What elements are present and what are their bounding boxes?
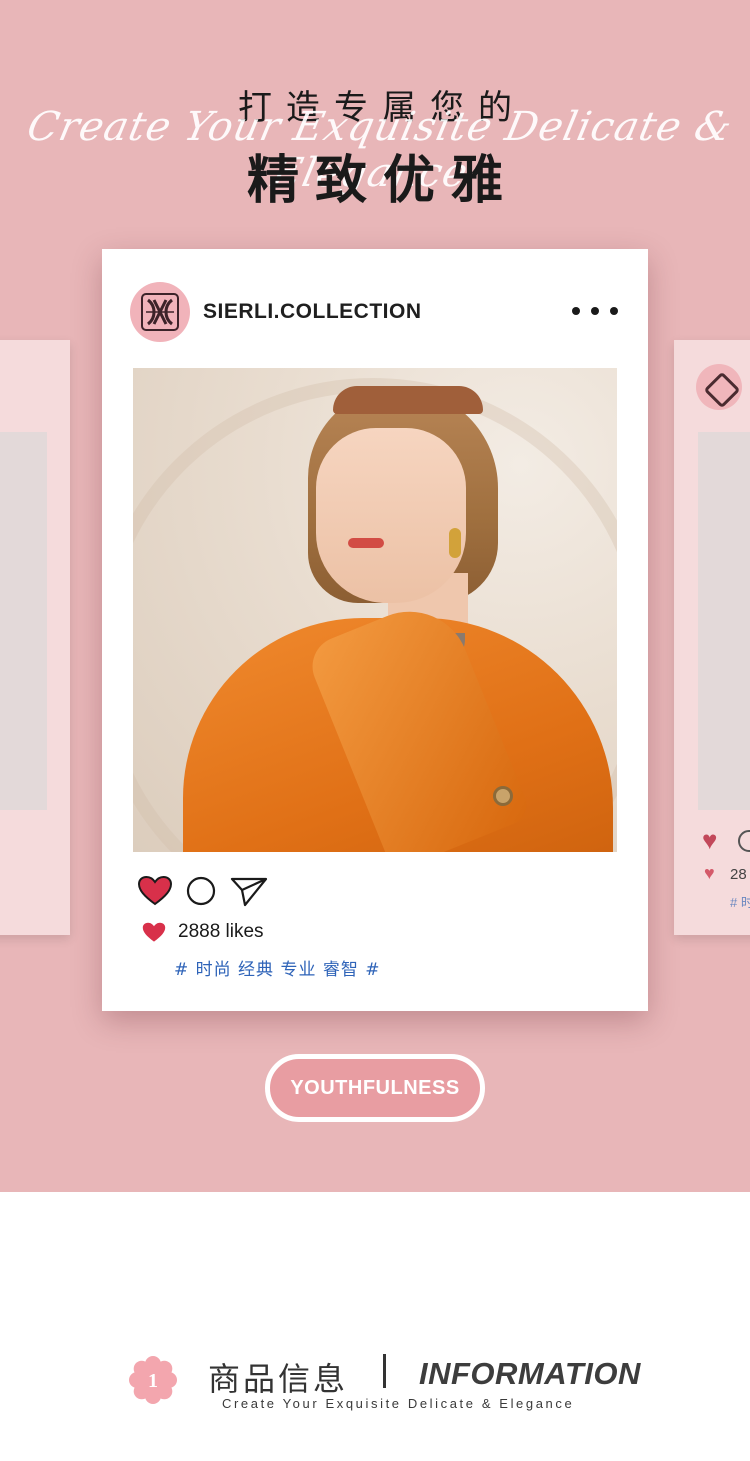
photo-face	[316, 428, 466, 603]
badge-label: YOUTHFULNESS	[290, 1076, 460, 1099]
headline-title: 精致优雅	[246, 151, 519, 211]
photo-earring	[449, 528, 461, 558]
photo-lips	[348, 538, 384, 548]
more-dot	[610, 307, 618, 315]
ghost-card-image-placeholder	[698, 432, 750, 810]
info-subtitle: Create Your Exquisite Delicate & Eleganc…	[222, 1396, 575, 1411]
brand-logo-icon	[141, 293, 179, 331]
ghost-likes-text: 28	[730, 866, 747, 883]
likes-count[interactable]: 2888 likes	[178, 921, 264, 943]
comment-icon	[738, 830, 750, 852]
post-card: SIERLI.COLLECTION 2888 likes # 时尚 经典 专业 …	[102, 249, 648, 1011]
photo-coat-button	[493, 786, 513, 806]
info-number: 1	[148, 1370, 158, 1392]
heart-icon: ♥	[702, 825, 718, 855]
likes-row: 2888 likes	[142, 921, 264, 943]
heart-icon: ♥	[704, 863, 715, 883]
ghost-card-image-placeholder	[0, 432, 47, 810]
avatar[interactable]	[130, 282, 190, 342]
ghost-card-left	[0, 340, 70, 935]
info-divider	[383, 1354, 386, 1388]
ghost-avatar	[696, 364, 742, 410]
youthfulness-badge[interactable]: YOUTHFULNESS	[265, 1054, 485, 1122]
photo-headband	[333, 386, 483, 414]
heart-icon	[142, 922, 166, 942]
more-dot	[591, 307, 599, 315]
more-dot	[572, 307, 580, 315]
post-tags[interactable]: # 时尚 经典 专业 睿智 #	[174, 955, 381, 980]
post-username[interactable]: SIERLI.COLLECTION	[203, 300, 422, 324]
flower-badge-icon: 1	[129, 1356, 177, 1404]
post-actions	[138, 875, 281, 907]
send-icon[interactable]	[230, 875, 268, 907]
post-photo[interactable]	[133, 368, 617, 852]
heart-icon[interactable]	[138, 876, 172, 906]
hero-section: 打造专属您的 Create Your Exquisite Delicate & …	[0, 0, 750, 1192]
info-title-en: INFORMATION	[419, 1356, 641, 1391]
comment-icon[interactable]	[185, 875, 217, 907]
ghost-card-right: ♥ ♥ 28 # 时	[674, 340, 750, 935]
more-icon[interactable]	[572, 299, 618, 323]
info-title-cn: 商品信息	[208, 1360, 349, 1398]
ghost-tags-text: # 时	[730, 895, 750, 910]
